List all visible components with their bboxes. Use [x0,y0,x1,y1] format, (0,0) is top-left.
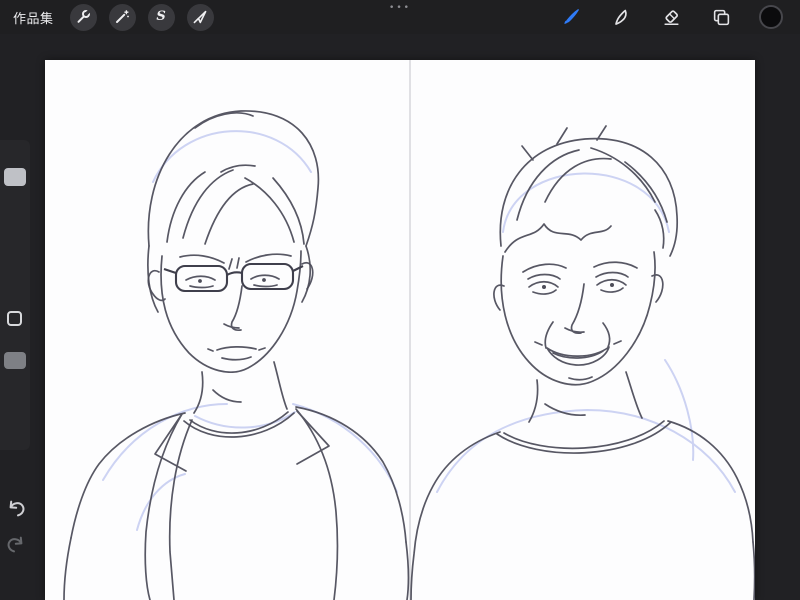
left-portrait-sketch [63,110,410,600]
slider-track [0,140,30,450]
undo-button[interactable] [5,498,27,520]
canvas-artwork [63,60,755,600]
right-portrait-sketch [410,125,755,600]
procreate-workspace: 作品集 S ••• [0,0,800,600]
modify-button[interactable] [7,311,22,326]
redo-button[interactable] [5,534,27,556]
side-controls [0,60,30,600]
brush-size-slider[interactable] [4,168,26,186]
opacity-slider[interactable] [4,352,26,369]
top-toolbar: 作品集 S ••• [0,0,800,34]
undo-arrow-icon [5,498,27,520]
redo-arrow-icon [5,534,27,556]
multitask-indicator: ••• [389,3,411,13]
drawing-canvas[interactable] [45,60,755,600]
